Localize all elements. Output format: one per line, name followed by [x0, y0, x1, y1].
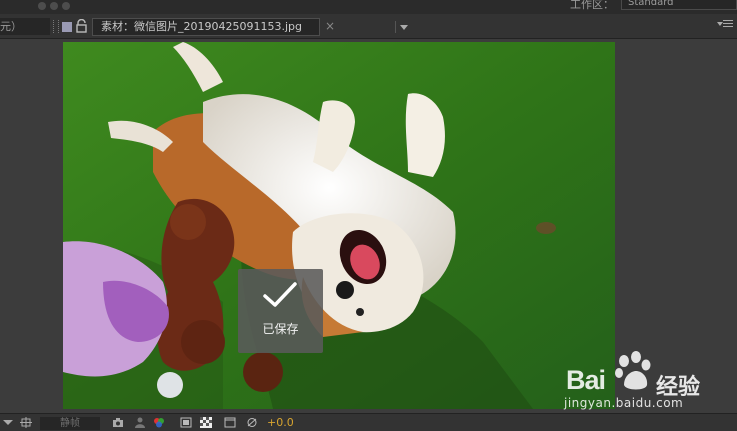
region-of-interest-icon[interactable]: [20, 417, 32, 428]
watermark-brand-left: Bai: [566, 365, 606, 395]
viewer-tab-row: 元） 素材：微信图片_20190425091153.jpg ×: [0, 14, 737, 39]
exposure-icon[interactable]: [246, 417, 258, 428]
panel-menu-icon[interactable]: [717, 20, 733, 30]
close-icon[interactable]: ×: [325, 19, 335, 33]
channels-icon[interactable]: [153, 417, 165, 428]
top-toolbar: 工作区： Standard: [0, 0, 737, 14]
toolbar-icons[interactable]: [38, 0, 70, 12]
toast-label: 已保存: [262, 322, 299, 336]
show-snapshot-icon[interactable]: [134, 417, 146, 428]
footage-tab-label: 素材：微信图片_20190425091153.jpg: [101, 20, 302, 33]
footage-viewer: 已保存 Bai 经验 jingyan.baidu.com: [0, 39, 737, 413]
frame-icon[interactable]: [180, 417, 192, 428]
layout-icon[interactable]: [224, 417, 236, 428]
camera-icon[interactable]: [112, 417, 124, 428]
checkmark-icon: [263, 282, 297, 307]
viewer-color-swatch[interactable]: [62, 22, 72, 32]
footage-viewer-tab[interactable]: 素材：微信图片_20190425091153.jpg: [92, 18, 408, 36]
snapshot-field[interactable]: 静帧: [40, 417, 100, 430]
baidu-jingyan-watermark: Bai 经验 jingyan.baidu.com: [562, 349, 737, 415]
panel-grip-handle[interactable]: [53, 20, 59, 33]
paw-logo-icon: [615, 351, 651, 390]
footage-image: [63, 42, 615, 409]
viewer-bottom-toolbar: 静帧 +0.0: [0, 413, 737, 431]
menu-arrow-icon[interactable]: [2, 417, 14, 428]
saved-toast: 已保存: [238, 269, 323, 353]
workspace-label: 工作区：: [570, 0, 614, 11]
chevron-down-icon[interactable]: [395, 21, 411, 33]
transparency-grid-icon[interactable]: [200, 417, 212, 428]
exposure-value[interactable]: +0.0: [267, 416, 294, 429]
watermark-url: jingyan.baidu.com: [564, 396, 684, 410]
composition-panel-tab[interactable]: 元）: [0, 18, 50, 35]
lock-icon[interactable]: [76, 19, 87, 33]
workspace-dropdown[interactable]: Standard: [621, 0, 737, 10]
